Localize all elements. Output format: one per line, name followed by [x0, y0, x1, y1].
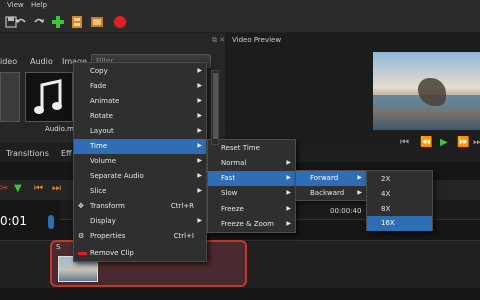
- menu-item-freeze[interactable]: Freeze ▶: [208, 202, 295, 217]
- redo-icon[interactable]: [32, 15, 46, 29]
- video-file-thumbnail[interactable]: [0, 72, 20, 122]
- menu-item-properties[interactable]: ⚙ Properties Ctrl+I: [74, 229, 206, 244]
- jump-end-icon[interactable]: ⏭: [473, 137, 480, 148]
- menu-item-transform[interactable]: ✥ Transform Ctrl+R: [74, 199, 206, 214]
- chevron-right-icon: ▶: [197, 157, 202, 164]
- menu-item-16x[interactable]: 16X: [367, 216, 432, 231]
- menu-item-remove-clip[interactable]: Remove Clip: [74, 246, 206, 261]
- tab-video[interactable]: ideo: [0, 57, 17, 66]
- menu-item-reset-time[interactable]: Reset Time: [208, 141, 295, 156]
- chevron-right-icon: ▶: [286, 205, 291, 212]
- menu-item-8x[interactable]: 8X: [367, 202, 432, 217]
- transform-icon: ✥: [78, 202, 84, 210]
- music-note-icon: [34, 79, 62, 114]
- menu-item-copy[interactable]: Copy ▶: [74, 64, 206, 79]
- audio-file-thumbnail[interactable]: [25, 72, 73, 122]
- fast-submenu: Forward ▶ Backward ▶: [295, 170, 367, 201]
- chevron-right-icon: ▶: [286, 174, 291, 181]
- menu-item-fade[interactable]: Fade ▶: [74, 79, 206, 94]
- menu-item-normal[interactable]: Normal ▶: [208, 156, 295, 171]
- menu-scrollbar[interactable]: [211, 70, 219, 145]
- menu-item-slow[interactable]: Slow ▶: [208, 186, 295, 201]
- chevron-right-icon: ▶: [357, 174, 362, 181]
- record-icon[interactable]: [113, 15, 127, 29]
- menu-item-2x[interactable]: 2X: [367, 172, 432, 187]
- chevron-right-icon: ▶: [286, 189, 291, 196]
- undo-icon[interactable]: [14, 15, 28, 29]
- properties-icon: ⚙: [78, 232, 85, 240]
- chevron-right-icon: ▶: [197, 127, 202, 134]
- chevron-right-icon: ▶: [197, 67, 202, 74]
- timecode-display: 0:01: [0, 214, 27, 228]
- menu-item-fast[interactable]: Fast ▶: [208, 171, 295, 186]
- rewind-icon[interactable]: ⏪: [420, 137, 432, 148]
- clip-label: S: [56, 243, 61, 251]
- chevron-right-icon: ▶: [286, 220, 291, 227]
- tab-transitions[interactable]: Transitions: [6, 149, 49, 158]
- menu-item-4x[interactable]: 4X: [367, 187, 432, 202]
- time-submenu: Reset Time Normal ▶ Fast ▶ Slow ▶ Freeze ▶ F…: [207, 139, 296, 233]
- remove-icon: [78, 252, 87, 255]
- main-toolbar: [0, 11, 480, 33]
- chevron-right-icon: ▶: [197, 82, 202, 89]
- play-icon[interactable]: ▶: [440, 137, 448, 148]
- menu-item-separate-audio[interactable]: Separate Audio ▶: [74, 169, 206, 184]
- video-preview-frame: [373, 52, 480, 130]
- chevron-right-icon: ▶: [357, 189, 362, 196]
- jump-next-icon[interactable]: ⏭: [52, 183, 61, 194]
- menu-item-rotate[interactable]: Rotate ▶: [74, 109, 206, 124]
- menu-item-animate[interactable]: Animate ▶: [74, 94, 206, 109]
- jump-prev-icon[interactable]: ⏮: [34, 183, 43, 194]
- chevron-right-icon: ▶: [286, 159, 291, 166]
- chevron-right-icon: ▶: [197, 172, 202, 179]
- menu-item-backward[interactable]: Backward ▶: [296, 186, 366, 201]
- video-preview-title: Video Preview: [232, 36, 282, 44]
- menu-view[interactable]: View: [7, 1, 24, 9]
- export-icon[interactable]: [90, 15, 104, 29]
- menu-help[interactable]: Help: [31, 1, 47, 9]
- menu-item-forward[interactable]: Forward ▶: [296, 171, 366, 186]
- playhead[interactable]: [48, 215, 54, 229]
- arrow-down-icon[interactable]: ▼: [14, 183, 22, 194]
- filmstrip-icon[interactable]: [70, 15, 84, 29]
- panel-float-icon[interactable]: ⧉ ✕: [212, 36, 225, 45]
- menu-item-display[interactable]: Display ▶: [74, 214, 206, 229]
- menu-item-slice[interactable]: Slice ▶: [74, 184, 206, 199]
- chevron-right-icon: ▶: [197, 97, 202, 104]
- fast-forward-icon[interactable]: ⏩: [457, 137, 469, 148]
- menu-item-freeze-zoom[interactable]: Freeze & Zoom ▶: [208, 217, 295, 232]
- forward-speed-submenu: 2X 4X 8X 16X: [366, 170, 433, 231]
- menu-item-time[interactable]: Time ▶: [74, 139, 206, 154]
- razor-icon[interactable]: ✂: [0, 183, 8, 194]
- menu-item-volume[interactable]: Volume ▶: [74, 154, 206, 169]
- chevron-right-icon: ▶: [197, 187, 202, 194]
- add-icon[interactable]: [51, 15, 65, 29]
- ruler-time-label: 00:00:40: [330, 207, 362, 215]
- jump-start-icon[interactable]: ⏮: [400, 137, 409, 148]
- chevron-right-icon: ▶: [197, 142, 202, 149]
- menu-bar: View Help: [0, 0, 480, 11]
- tab-effects[interactable]: Eff: [61, 149, 72, 158]
- clip-context-menu: Copy ▶ Fade ▶ Animate ▶ Rotate ▶ Layout ▶ Tim…: [73, 62, 207, 262]
- menu-item-layout[interactable]: Layout ▶: [74, 124, 206, 139]
- tab-audio[interactable]: Audio: [30, 57, 53, 66]
- chevron-right-icon: ▶: [197, 112, 202, 119]
- chevron-right-icon: ▶: [197, 217, 202, 224]
- menu-scroll-thumb[interactable]: [213, 73, 218, 139]
